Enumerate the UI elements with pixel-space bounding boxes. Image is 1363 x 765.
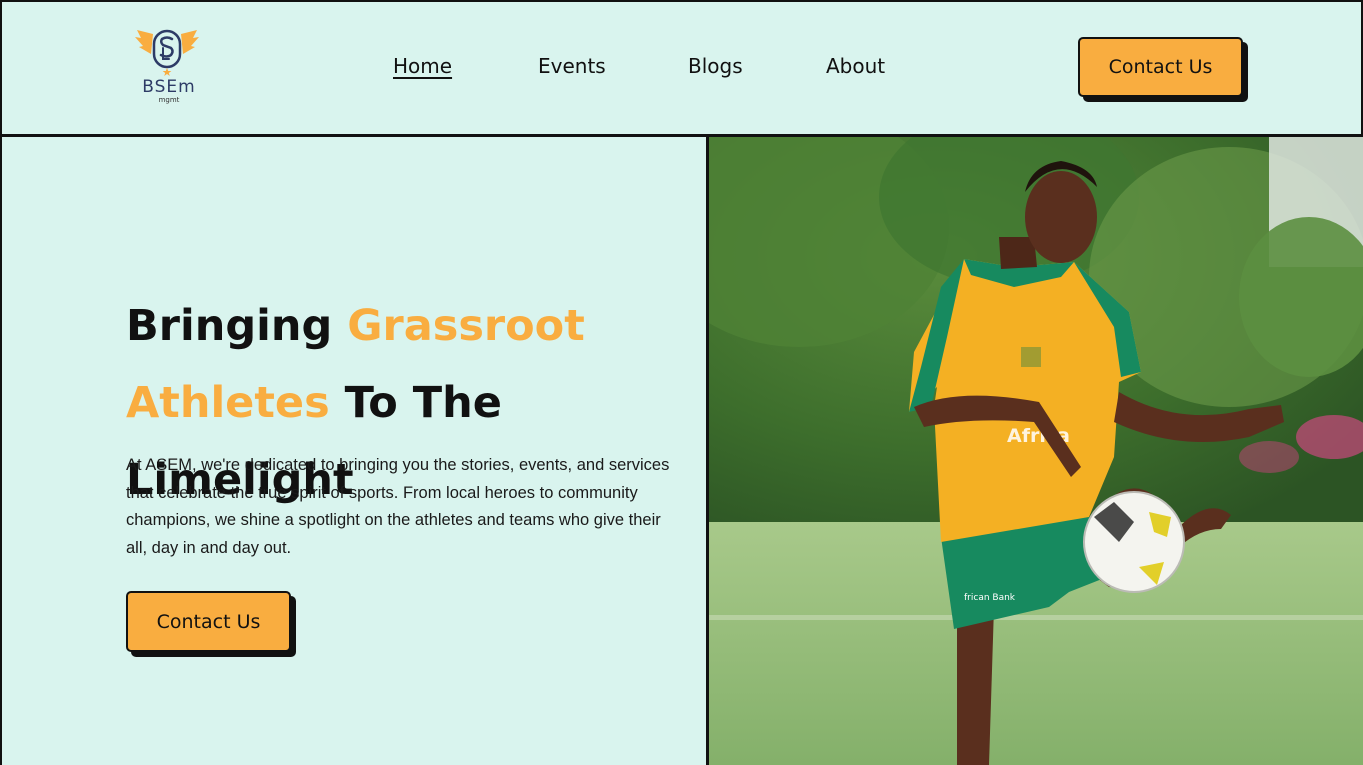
logo-subtext: mgmt bbox=[158, 96, 180, 104]
nav-link-blogs[interactable]: Blogs bbox=[688, 54, 743, 78]
site-header: BSEm mgmt Home Events Blogs About Contac… bbox=[0, 0, 1363, 137]
nav-link-events[interactable]: Events bbox=[538, 54, 606, 78]
shorts-sponsor-text: frican Bank bbox=[964, 593, 1016, 603]
hero-contact-button[interactable]: Contact Us bbox=[126, 591, 291, 652]
hero-athlete-photo: frican Bank Africa bbox=[709, 137, 1363, 765]
logo-wordmark: BSEm bbox=[142, 77, 196, 97]
athlete-illustration: frican Bank Africa bbox=[709, 137, 1363, 765]
headline-part-1: Bringing bbox=[126, 301, 348, 351]
headline-accent-grassroot: Grassroot bbox=[347, 301, 585, 351]
header-contact-button[interactable]: Contact Us bbox=[1078, 37, 1243, 97]
headline-accent-athletes: Athletes bbox=[126, 378, 330, 428]
hero-description: At ASEM, we're dedicated to bringing you… bbox=[126, 456, 670, 557]
nav-link-about[interactable]: About bbox=[826, 54, 885, 78]
nav-link-home[interactable]: Home bbox=[393, 54, 452, 78]
winged-shield-icon bbox=[135, 29, 199, 76]
brand-logo[interactable]: BSEm mgmt bbox=[133, 28, 203, 108]
